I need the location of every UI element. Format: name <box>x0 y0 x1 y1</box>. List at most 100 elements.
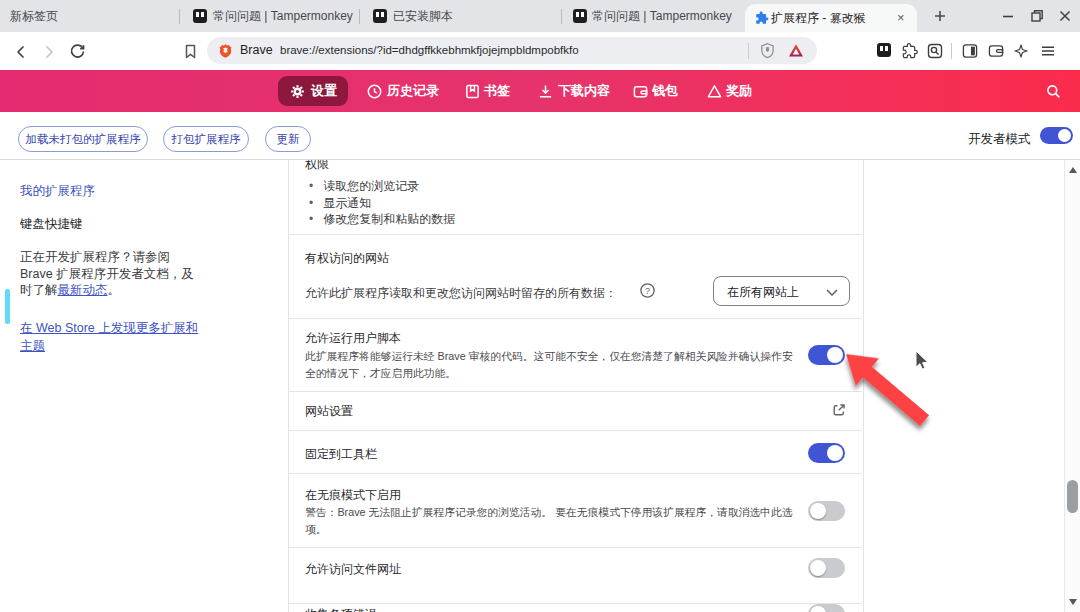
brave-nav-bar: 设置 历史记录 书签 下载内容 钱包 奖励 <box>0 70 1080 112</box>
chevron-down-icon <box>826 289 838 296</box>
file-urls-toggle[interactable] <box>808 558 845 578</box>
tab-separator <box>561 9 562 24</box>
gear-icon <box>290 84 305 99</box>
menu-icon[interactable] <box>1040 43 1056 59</box>
puzzle-icon <box>755 11 769 25</box>
row-divider <box>289 603 862 604</box>
row-divider <box>289 391 862 392</box>
window-minimize-button[interactable] <box>998 6 1018 26</box>
wallet-panel-icon[interactable] <box>988 43 1004 59</box>
tampermonkey-icon <box>193 9 207 23</box>
permission-text: 显示通知 <box>323 196 371 210</box>
user-scripts-toggle[interactable] <box>808 345 845 365</box>
nav-settings[interactable]: 设置 <box>278 76 348 106</box>
developer-mode-label: 开发者模式 <box>968 131 1031 148</box>
card-left-border <box>288 160 289 612</box>
load-unpacked-button[interactable]: 加载未打包的扩展程序 <box>18 126 148 152</box>
mouse-cursor <box>915 350 931 372</box>
tampermonkey-toolbar-icon[interactable] <box>877 43 891 57</box>
permission-item: •读取您的浏览记录 <box>309 178 419 195</box>
site-access-title: 有权访问的网站 <box>305 250 389 267</box>
update-button[interactable]: 更新 <box>265 126 311 152</box>
collect-errors-toggle[interactable] <box>808 604 845 612</box>
whats-new-link[interactable]: 最新动态 <box>58 283 108 297</box>
url-text[interactable]: brave://extensions/?id=dhdgffkkebhmkfjoj… <box>280 37 579 64</box>
site-access-label: 允许此扩展程序读取和更改您访问网站时留存的所有数据： <box>305 285 617 302</box>
toolbar-separator <box>951 43 952 59</box>
card-right-border <box>863 160 864 612</box>
bookmark-icon[interactable] <box>182 43 199 60</box>
tab-close-icon[interactable]: × <box>897 4 905 32</box>
row-divider <box>289 234 862 235</box>
downloads-icon <box>538 84 553 99</box>
nav-rewards[interactable]: 奖励 <box>726 70 752 112</box>
nav-wallet[interactable]: 钱包 <box>652 70 678 112</box>
pack-extension-button[interactable]: 打包扩展程序 <box>163 126 249 152</box>
extensions-icon[interactable] <box>902 43 918 59</box>
forward-icon[interactable] <box>40 43 58 61</box>
leo-ai-icon[interactable] <box>1013 43 1029 59</box>
sidebar-toggle-icon[interactable] <box>962 43 978 59</box>
tab-bar: 新标签页 常问问题 | Tampermonkey 已安装脚本 常问问题 | Ta… <box>0 0 1080 32</box>
tab-faq-tampermonkey-2[interactable]: 常问问题 | Tampermonkey <box>592 0 732 32</box>
permission-text: 修改您复制和粘贴的数据 <box>323 212 455 226</box>
url-bar[interactable]: Brave brave://extensions/?id=dhdgffkkebh… <box>207 37 817 64</box>
developer-mode-toggle[interactable] <box>1040 127 1073 144</box>
scroll-down-icon[interactable] <box>1069 599 1077 605</box>
user-scripts-title: 允许运行用户脚本 <box>305 330 401 347</box>
tab-extensions-active[interactable]: 扩展程序 - 篡改猴 × <box>745 4 917 32</box>
dev-note-line2: Brave 扩展程序开发者文档，及 <box>20 266 245 283</box>
site-access-dropdown[interactable]: 在所有网站上 <box>713 276 850 306</box>
webstore-link[interactable]: 在 Web Store 上发现更多扩展和主题 <box>20 320 206 355</box>
sidebar-dev-note: 正在开发扩展程序？请参阅 Brave 扩展程序开发者文档，及 时了解最新动态。 <box>20 249 245 299</box>
nav-downloads[interactable]: 下载内容 <box>558 70 610 112</box>
tampermonkey-icon <box>373 9 387 23</box>
shields-icon[interactable] <box>759 42 776 59</box>
pin-to-toolbar-toggle[interactable] <box>808 443 845 463</box>
tab-new-tab-page[interactable]: 新标签页 <box>10 0 58 32</box>
back-icon[interactable] <box>12 43 30 61</box>
reload-icon[interactable] <box>68 42 87 61</box>
dev-note-line1: 正在开发扩展程序？请参阅 <box>20 249 245 266</box>
nav-settings-label: 设置 <box>311 76 337 106</box>
window-restore-button[interactable] <box>1027 6 1047 26</box>
scroll-up-icon[interactable] <box>1069 167 1077 173</box>
wallet-icon <box>633 84 648 99</box>
url-separator <box>748 43 749 59</box>
incognito-desc: 警告：Brave 无法阻止扩展程序记录您的浏览活动。 要在无痕模式下停用该扩展程… <box>305 504 797 537</box>
tab-faq-tampermonkey-1[interactable]: 常问问题 | Tampermonkey <box>213 0 353 32</box>
file-urls-label: 允许访问文件网址 <box>305 561 401 578</box>
address-bar: Brave brave://extensions/?id=dhdgffkkebh… <box>0 32 1080 70</box>
search-tabs-icon[interactable] <box>927 43 943 59</box>
row-divider <box>289 547 862 548</box>
active-tab-title: 扩展程序 - 篡改猴 <box>771 4 866 32</box>
tab-installed-scripts[interactable]: 已安装脚本 <box>393 0 453 32</box>
search-icon[interactable] <box>1046 84 1061 99</box>
scrollbar[interactable] <box>1064 160 1080 612</box>
scrollbar-thumb[interactable] <box>1067 480 1078 513</box>
row-divider <box>289 318 862 319</box>
permission-text: 读取您的浏览记录 <box>323 179 419 193</box>
incognito-toggle[interactable] <box>808 501 845 521</box>
dev-note-line3-prefix: 时了解 <box>20 283 58 297</box>
brave-lion-icon <box>218 43 233 58</box>
sidebar-item-my-extensions[interactable]: 我的扩展程序 <box>20 183 95 200</box>
bat-rewards-icon[interactable] <box>788 43 804 58</box>
bookmarks-icon <box>465 84 480 99</box>
sidebar-item-keyboard-shortcuts[interactable]: 键盘快捷键 <box>20 216 83 233</box>
tab-separator <box>359 9 360 24</box>
nav-bookmarks[interactable]: 书签 <box>484 70 510 112</box>
rewards-icon <box>707 84 722 99</box>
row-divider <box>289 430 862 431</box>
row-divider <box>289 473 862 474</box>
window-close-button[interactable] <box>1055 6 1075 26</box>
external-link-icon[interactable] <box>831 402 847 418</box>
nav-history[interactable]: 历史记录 <box>387 70 439 112</box>
brave-label: Brave <box>240 37 273 64</box>
user-scripts-desc: 此扩展程序将能够运行未经 Brave 审核的代码。这可能不安全，仅在您清楚了解相… <box>305 348 801 381</box>
dev-note-line3: 时了解最新动态。 <box>20 282 245 299</box>
cyan-marker <box>5 289 10 324</box>
permission-item: •显示通知 <box>309 195 371 212</box>
help-icon[interactable]: ? <box>640 283 655 298</box>
new-tab-button[interactable] <box>930 6 950 26</box>
